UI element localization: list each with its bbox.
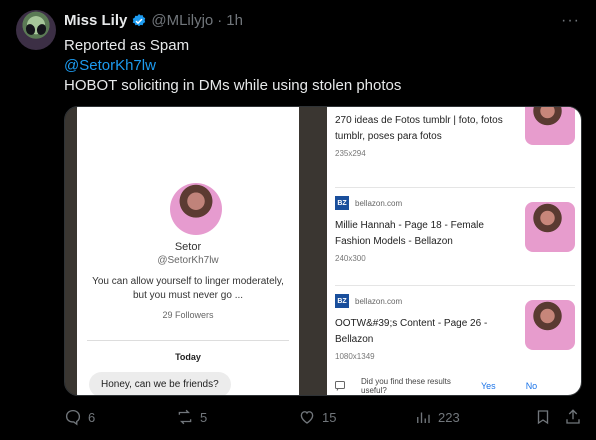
action-bar: 6 5 15 223 xyxy=(64,408,580,432)
result-thumbnail xyxy=(525,202,575,252)
more-icon[interactable]: ··· xyxy=(561,12,580,30)
profile-name: Setor xyxy=(174,241,202,253)
feedback-no: No xyxy=(525,381,538,391)
bookmark-button[interactable] xyxy=(534,408,552,426)
search-result: BZ bellazon.com Millie Hannah - Page 18 … xyxy=(335,187,575,263)
tweet-line-3: HOBOT soliciting in DMs while using stol… xyxy=(64,77,402,94)
author-handle[interactable]: @MLilyjo xyxy=(151,12,213,29)
profile-screenshot: Setor @SetorKh7lw You can allow yourself… xyxy=(65,107,311,395)
like-count: 15 xyxy=(322,409,337,425)
separator-dot: · xyxy=(217,12,223,29)
like-button[interactable]: 15 xyxy=(298,408,336,426)
search-result: 270 ideas de Fotos tumblr | foto, fotos … xyxy=(335,107,575,158)
repost-button[interactable]: 5 xyxy=(176,408,207,426)
share-button[interactable] xyxy=(564,408,582,426)
result-title: 270 ideas de Fotos tumblr | foto, fotos … xyxy=(335,115,503,142)
repost-icon xyxy=(178,409,192,425)
result-domain: bellazon.com xyxy=(355,296,403,306)
reply-button[interactable]: 6 xyxy=(64,408,95,426)
feedback-text: Did you find these results useful? xyxy=(361,377,451,395)
result-size: 240x300 xyxy=(335,254,366,263)
mention-link[interactable]: @SetorKh7lw xyxy=(64,56,401,76)
repost-count: 5 xyxy=(200,409,208,425)
views-icon xyxy=(417,412,430,423)
tweet-header: Miss Lily @MLilyjo · 1h xyxy=(64,12,243,29)
verified-icon xyxy=(131,13,147,29)
result-size: 1080x1349 xyxy=(335,352,375,361)
views-button[interactable]: 223 xyxy=(414,408,460,426)
result-domain: bellazon.com xyxy=(355,198,403,208)
reply-icon xyxy=(65,409,81,426)
views-count: 223 xyxy=(438,409,460,425)
author-avatar[interactable] xyxy=(16,10,56,50)
media-gap xyxy=(311,107,327,395)
search-result: BZ bellazon.com OOTW&#39;s Content - Pag… xyxy=(335,285,575,361)
divider xyxy=(87,340,289,341)
share-icon xyxy=(566,409,580,424)
feedback-icon xyxy=(335,381,345,391)
result-title: Millie Hannah - Page 18 - Female Fashion… xyxy=(335,220,484,247)
bellazon-favicon-icon: BZ xyxy=(335,294,349,308)
profile-bio: You can allow yourself to linger moderat… xyxy=(92,276,284,301)
message-bubble: Honey, can we be friends? xyxy=(89,372,231,395)
author-name[interactable]: Miss Lily xyxy=(64,12,127,29)
bookmark-icon xyxy=(537,410,549,425)
tweet-text: Reported as Spam @SetorKh7lw HOBOT solic… xyxy=(64,36,401,96)
day-label: Today xyxy=(175,352,201,362)
profile-photo xyxy=(170,183,222,235)
tweet-line-1: Reported as Spam xyxy=(64,37,190,54)
feedback-bar: Did you find these results useful? Yes N… xyxy=(335,377,575,395)
image-search-screenshot: 270 ideas de Fotos tumblr | foto, fotos … xyxy=(327,107,581,395)
profile-handle: @SetorKh7lw xyxy=(157,255,219,266)
result-size: 235x294 xyxy=(335,149,366,158)
profile-followers: 29 Followers xyxy=(162,310,214,320)
tweet-time[interactable]: 1h xyxy=(226,12,243,29)
reply-count: 6 xyxy=(88,409,96,425)
like-icon xyxy=(300,411,314,424)
tweet-media[interactable]: Setor @SetorKh7lw You can allow yourself… xyxy=(64,106,582,396)
result-thumbnail xyxy=(525,107,575,145)
result-title: OOTW&#39;s Content - Page 26 - Bellazon xyxy=(335,318,488,345)
bellazon-favicon-icon: BZ xyxy=(335,196,349,210)
feedback-yes: Yes xyxy=(481,381,496,391)
result-thumbnail xyxy=(525,300,575,350)
